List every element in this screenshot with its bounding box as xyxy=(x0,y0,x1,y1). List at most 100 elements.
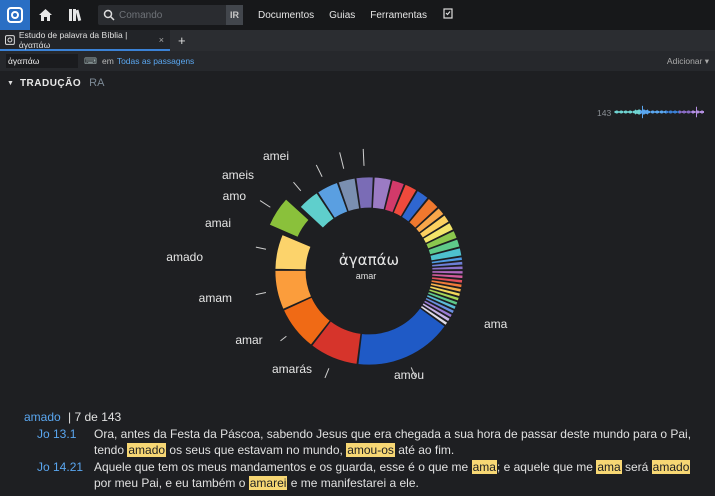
results-word[interactable]: amado xyxy=(24,410,61,424)
waveform-bar xyxy=(645,110,646,114)
verse-text: por meu Pai, e eu também o amarei e me m… xyxy=(94,475,419,492)
waveform-bar xyxy=(699,111,700,113)
slice-label-ama[interactable]: ama xyxy=(484,317,508,331)
slice-label-amo[interactable]: amo xyxy=(223,189,247,203)
waveform-bar xyxy=(675,110,676,114)
waveform-bar xyxy=(655,111,656,113)
waveform-bar xyxy=(657,110,658,114)
highlighted-word[interactable]: ama xyxy=(596,459,622,474)
waveform-bar xyxy=(642,105,643,119)
waveform-bar xyxy=(649,110,650,114)
highlighted-word[interactable]: ama xyxy=(471,459,497,474)
donut-slice[interactable] xyxy=(431,270,464,275)
leader-line xyxy=(324,368,330,379)
slice-label-amam[interactable]: amam xyxy=(199,291,232,305)
text-segment: tendo xyxy=(94,443,128,457)
text-segment: será xyxy=(621,459,652,474)
waveform-bar xyxy=(631,110,632,114)
waveform-bar xyxy=(680,110,681,114)
verse-reference[interactable]: Jo 14.21 xyxy=(24,459,94,476)
slice-label-amai[interactable]: amai xyxy=(205,216,231,230)
slice-label-amado[interactable]: amado xyxy=(166,250,203,264)
waveform-bar xyxy=(686,111,687,113)
waveform-bar xyxy=(677,111,678,113)
donut-slice-amam[interactable] xyxy=(274,234,312,271)
donut-slice-ama[interactable] xyxy=(357,307,446,366)
waveform-icon[interactable] xyxy=(614,105,704,119)
waveform-bar xyxy=(644,109,645,115)
waveform-bar xyxy=(622,110,623,114)
chart-title: ἀγαπάω xyxy=(339,251,399,269)
waveform-bar xyxy=(681,111,682,113)
slice-label-amei[interactable]: amei xyxy=(263,149,289,163)
waveform-bar xyxy=(632,111,633,113)
verse-reference[interactable]: Jo 13.1 xyxy=(24,426,94,443)
results-header: amado | 7 de 143 xyxy=(24,409,714,426)
waveform-bar xyxy=(617,110,618,114)
highlighted-word[interactable]: amou-os xyxy=(346,443,395,457)
waveform-bar xyxy=(674,110,675,114)
waveform-bar xyxy=(692,110,693,114)
waveform-bar xyxy=(696,106,697,118)
waveform-bar xyxy=(625,110,626,114)
waveform-bar xyxy=(669,110,670,114)
leader-line xyxy=(315,164,323,177)
waveform-bar xyxy=(678,110,679,114)
waveform-bar xyxy=(667,110,668,114)
waveform-bar xyxy=(652,110,653,114)
waveform-bar xyxy=(616,110,617,114)
waveform-bar xyxy=(688,110,689,114)
waveform-bar xyxy=(633,110,634,114)
waveform-bar xyxy=(660,110,661,114)
waveform-bar xyxy=(673,111,674,113)
waveform-bar xyxy=(662,110,663,114)
leader-line xyxy=(293,181,302,192)
leader-line xyxy=(259,200,271,208)
highlighted-word[interactable]: amarei xyxy=(248,476,288,490)
waveform-bar xyxy=(663,111,664,113)
waveform-bar xyxy=(651,110,652,114)
leader-line xyxy=(280,335,287,342)
waveform-bar xyxy=(635,109,636,115)
waveform-bar xyxy=(685,110,686,114)
waveform-bar xyxy=(701,110,702,114)
waveform-bar xyxy=(691,111,692,113)
slice-label-ameis[interactable]: ameis xyxy=(222,168,254,182)
waveform-bar xyxy=(695,111,696,113)
slice-label-amarás[interactable]: amarás xyxy=(272,362,312,376)
waveform-bar xyxy=(668,111,669,113)
waveform-bar xyxy=(643,109,644,115)
text-segment: ; e aquele que me xyxy=(496,459,597,474)
waveform-bar xyxy=(629,110,630,114)
waveform-bar xyxy=(638,109,639,115)
waveform-bar xyxy=(690,111,691,113)
leader-line xyxy=(339,152,345,169)
slice-label-amou[interactable]: amou xyxy=(394,368,424,382)
waveform-bar xyxy=(661,110,662,114)
text-segment: e me manifestarei a ele. xyxy=(287,476,419,490)
text-segment: até ao fim. xyxy=(394,443,455,457)
waveform-bar xyxy=(626,110,627,114)
highlighted-word[interactable]: amado xyxy=(651,459,691,474)
waveform-bar xyxy=(697,110,698,114)
result-row: Jo 13.1 Ora, antes da Festa da Páscoa, sa… xyxy=(24,426,714,443)
highlighted-word[interactable]: amado xyxy=(127,443,167,457)
waveform-bar xyxy=(648,110,649,114)
waveform-bar xyxy=(694,110,695,114)
waveform-bar xyxy=(665,110,666,114)
text-segment: Aquele que tem os meus mandamentos e os … xyxy=(94,459,472,474)
waveform-bar xyxy=(647,109,648,115)
waveform-bar xyxy=(620,110,621,114)
waveform-bar xyxy=(679,110,680,114)
waveform-bar xyxy=(627,111,628,113)
waveform-bar xyxy=(639,109,640,115)
waveform-bar xyxy=(641,110,642,114)
results-list: amado | 7 de 143 Jo 13.1 Ora, antes da Fe… xyxy=(24,409,714,492)
slice-label-amar[interactable]: amar xyxy=(235,333,262,347)
waveform-bar xyxy=(658,110,659,114)
waveform-bar xyxy=(700,111,701,113)
waveform-bar xyxy=(689,110,690,114)
verse-text: Ora, antes da Festa da Páscoa, sabendo J… xyxy=(94,426,691,443)
waveform-bar xyxy=(698,110,699,114)
result-row: tendo amado os seus que estavam no mundo… xyxy=(24,442,714,459)
